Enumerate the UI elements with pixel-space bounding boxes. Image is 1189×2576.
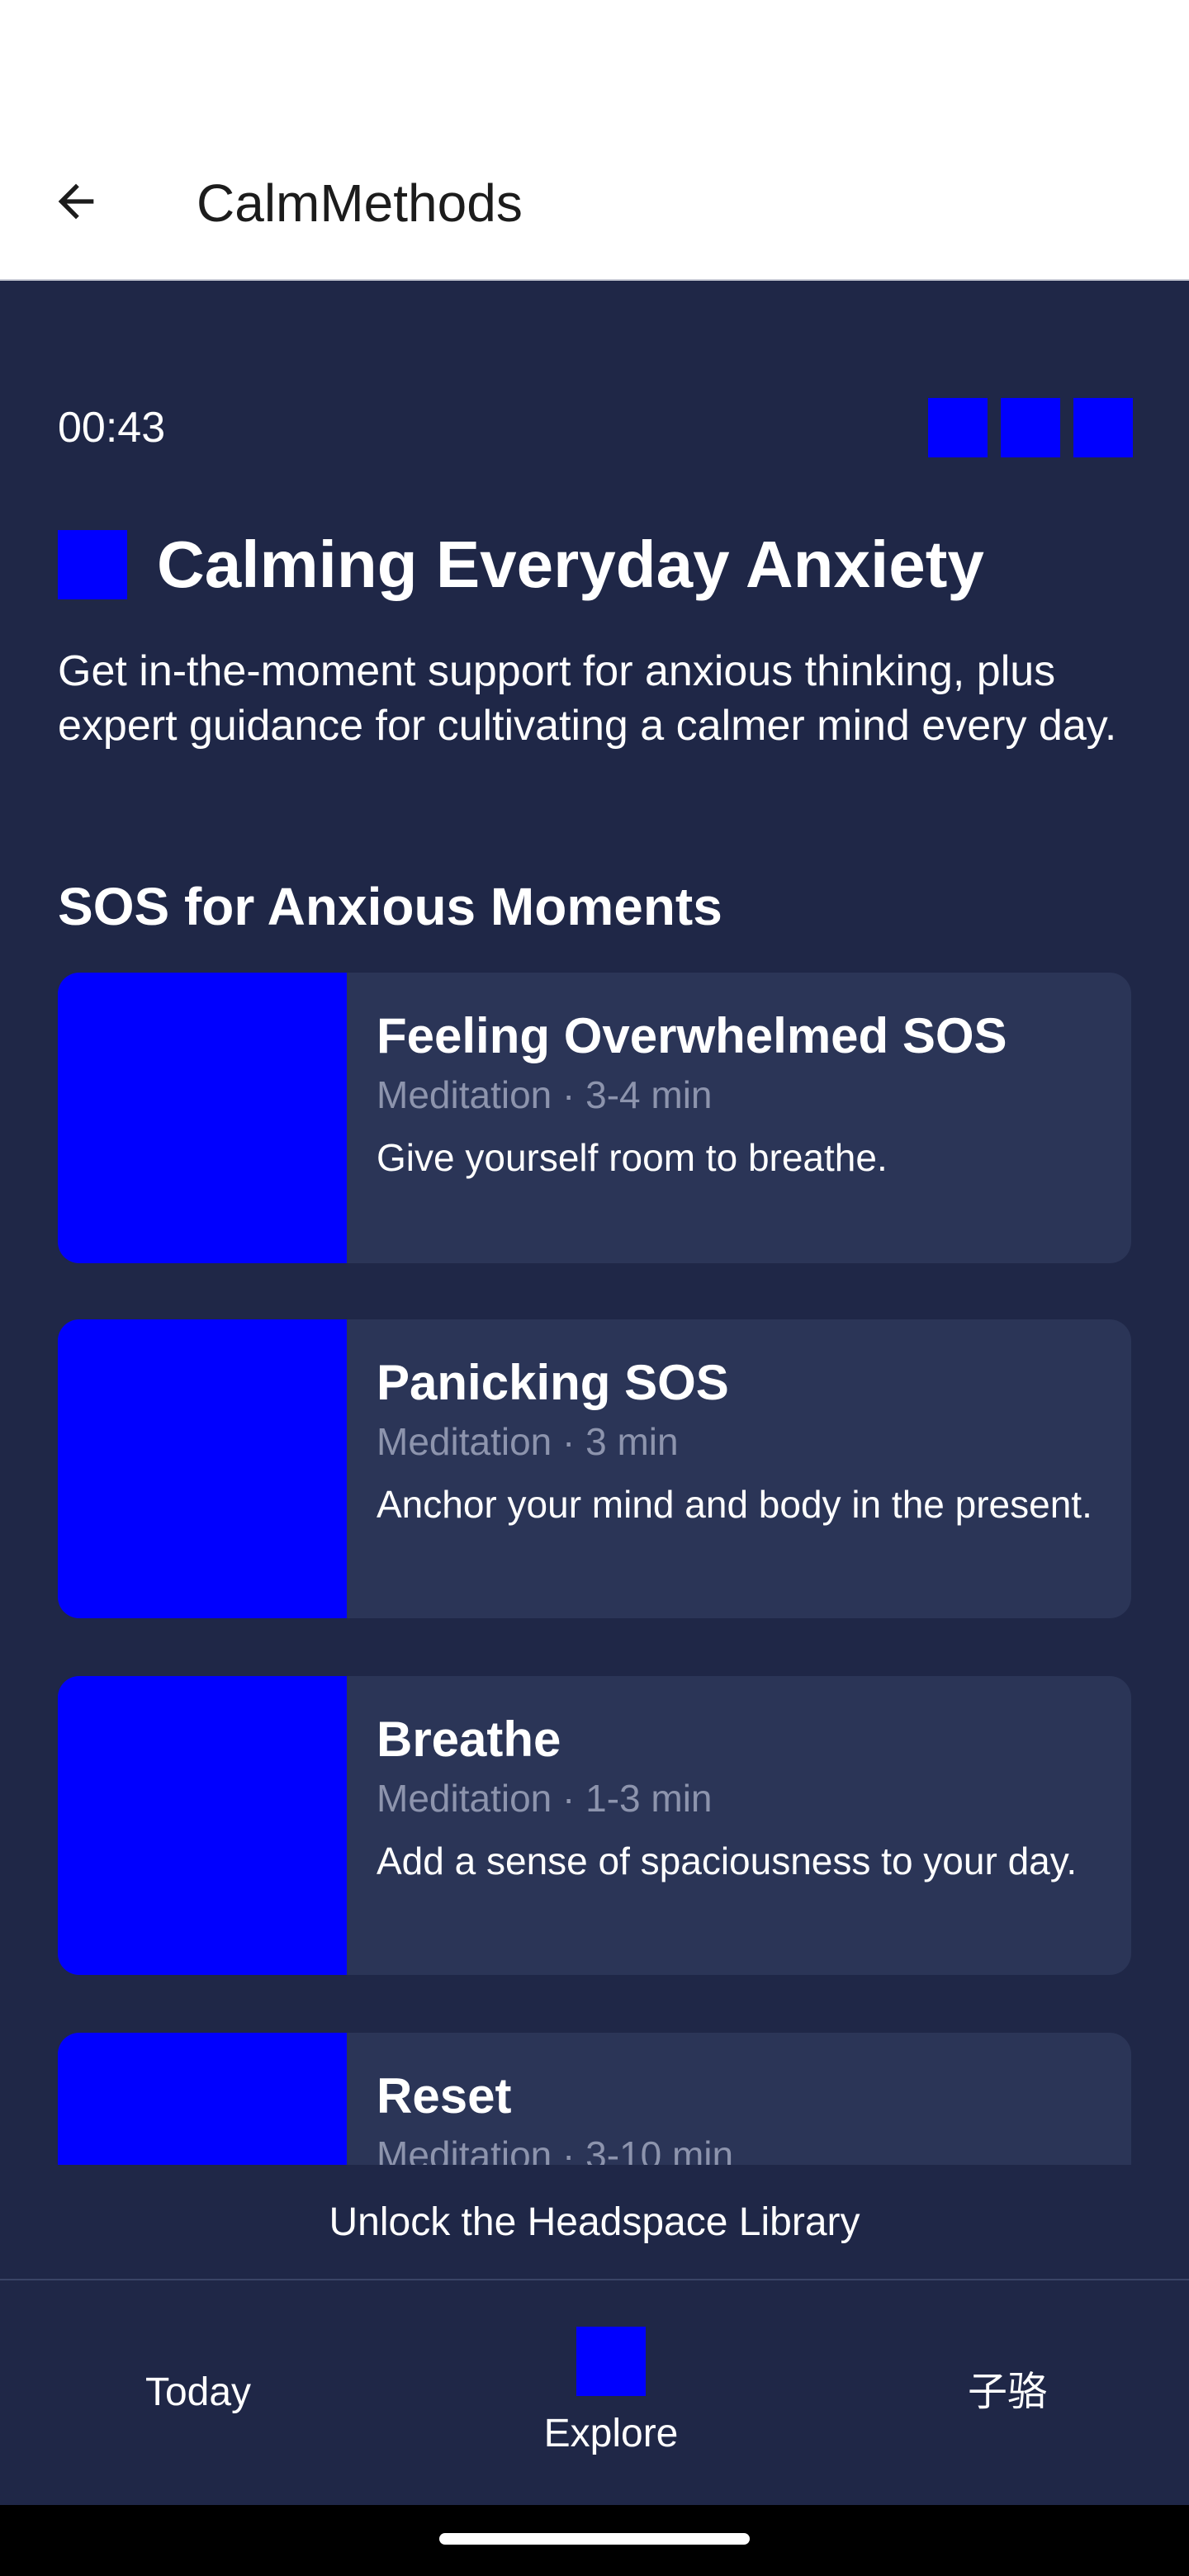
session-title: Breathe [377,1712,561,1767]
explore-icon [576,2327,646,2396]
session-title: Feeling Overwhelmed SOS [377,1008,1007,1063]
session-card-body: Breathe Meditation · 1-3 min Add a sense… [377,1709,1098,1884]
course-description: Get in-the-moment support for anxious th… [58,647,1117,750]
session-card[interactable]: Reset Meditation · 3-10 min [58,2033,1131,2165]
session-description: Anchor your mind and body in the present… [377,1483,1092,1526]
session-thumbnail [58,1319,347,1618]
session-card-body: Panicking SOS Meditation · 3 min Anchor … [377,1352,1098,1527]
page-title: Calming Everyday Anxiety [157,528,984,601]
session-meta: Meditation · 3 min [377,1420,679,1463]
nav-item-profile[interactable]: 子骆 [925,2280,1090,2505]
session-description: Add a sense of spaciousness to your day. [377,1840,1078,1882]
timer-readout: 00:43 [58,404,166,452]
bottom-navigation: Today Explore 子骆 [0,2279,1189,2505]
hero-title-row: Calming Everyday Anxiety [58,525,984,604]
nav-item-explore[interactable]: Explore [512,2280,710,2505]
session-thumbnail [58,1676,347,1975]
session-meta: Meditation · 3-4 min [377,1073,713,1116]
session-meta: Meditation · 1-3 min [377,1777,713,1820]
app-bar: CalmMethods [0,0,1189,281]
nav-label-explore: Explore [543,2412,679,2455]
session-description: Give yourself room to breathe. [377,1136,888,1179]
action-button-1[interactable] [928,398,988,457]
session-title: Reset [377,2068,512,2124]
system-nav-bar [0,2505,1189,2576]
session-card-body: Feeling Overwhelmed SOS Meditation · 3-4… [377,1006,1098,1181]
session-card-body: Reset Meditation · 3-10 min [377,2066,1098,2165]
unlock-library-link[interactable]: Unlock the Headspace Library [0,2196,1189,2249]
nav-label-today: Today [144,2370,252,2414]
app-bar-title: CalmMethods [197,173,523,233]
back-button[interactable] [43,168,109,234]
action-button-3[interactable] [1073,398,1133,457]
arrow-left-icon [58,183,94,220]
session-thumbnail [58,2033,347,2165]
course-icon [58,530,127,599]
home-indicator[interactable] [439,2533,750,2545]
session-card[interactable]: Feeling Overwhelmed SOS Meditation · 3-4… [58,973,1131,1263]
session-list[interactable]: Feeling Overwhelmed SOS Meditation · 3-4… [58,973,1131,2165]
nav-label-profile: 子骆 [967,2370,1047,2414]
session-thumbnail [58,973,347,1263]
player-actions [928,398,1133,457]
session-meta: Meditation · 3-10 min [377,2133,734,2165]
session-card[interactable]: Breathe Meditation · 1-3 min Add a sense… [58,1676,1131,1975]
action-button-2[interactable] [1001,398,1060,457]
session-title: Panicking SOS [377,1355,729,1410]
screen: CalmMethods 00:43 Calming Everyday Anxie… [0,0,1189,2576]
section-heading: SOS for Anxious Moments [58,877,722,936]
nav-item-today[interactable]: Today [116,2280,281,2505]
session-card[interactable]: Panicking SOS Meditation · 3 min Anchor … [58,1319,1131,1618]
